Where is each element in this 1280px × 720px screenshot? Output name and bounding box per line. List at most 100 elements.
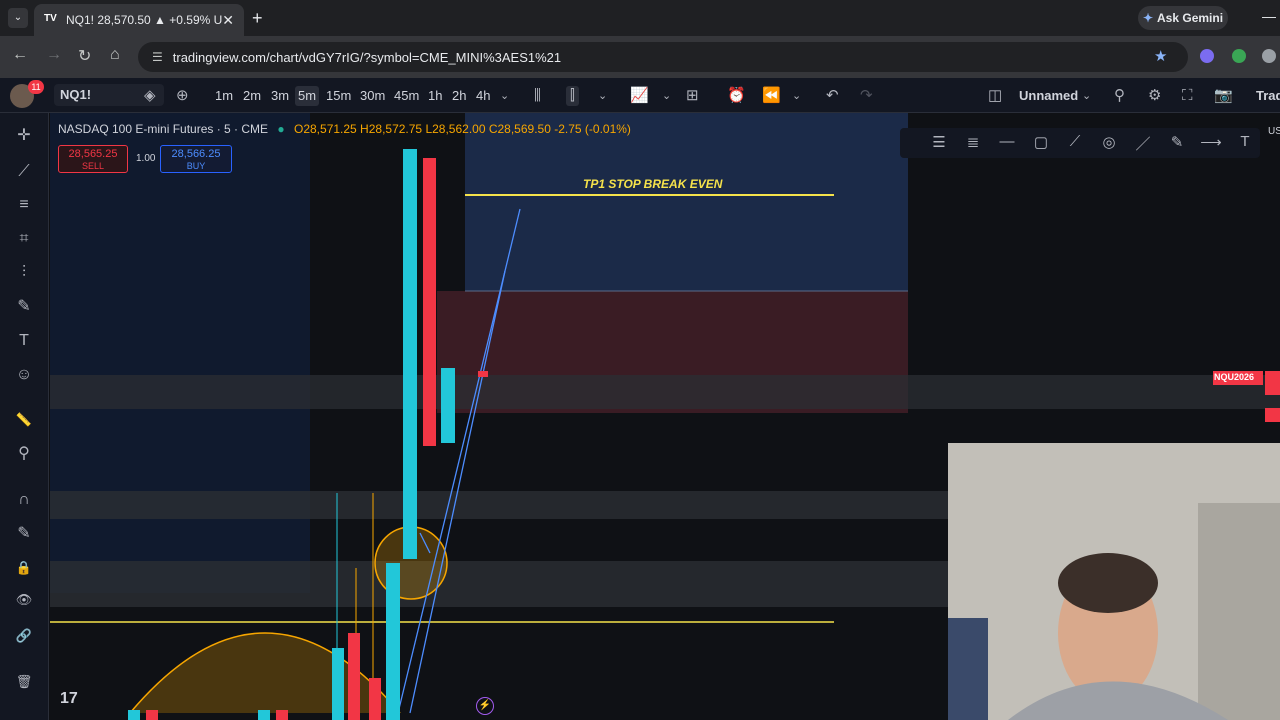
indicators-icon[interactable]: 📈 [630,86,649,106]
timeframe-1m[interactable]: 1m [212,86,236,106]
fullscreen-icon[interactable]: ⛶ [1182,86,1193,106]
contract-tag: NQU2026 [1214,372,1255,382]
chart-type-dropdown-icon[interactable]: ⌄ [598,86,607,106]
order-quantity[interactable]: 1.00 [136,153,155,164]
timeframe-1h[interactable]: 1h [425,86,445,106]
tp1-annotation[interactable]: TP1 STOP BREAK EVEN [583,177,722,191]
fib-lines-icon[interactable]: ≡ [12,193,36,217]
timeframe-45m[interactable]: 45m [391,86,422,106]
ask-gemini-label: Ask Gemini [1157,11,1224,25]
layout-name[interactable]: Unnamed [1019,86,1078,106]
indicators-dropdown-icon[interactable]: ⌄ [662,86,671,106]
price-tag [1265,371,1280,395]
candle-up [128,710,140,720]
trend-line-icon[interactable]: ⟋ [12,160,36,184]
lock-icon[interactable]: 🔒 [12,556,36,580]
browser-tab[interactable]: TV NQ1! 28,570.50 ▲ +0.59% Unn ✕ [34,4,244,36]
bar-type-icon[interactable]: ⫼ [534,86,541,106]
timeframe-2h[interactable]: 2h [449,86,469,106]
zoom-icon[interactable]: ⚲ [12,442,36,466]
axis-currency[interactable]: US [1268,126,1280,137]
timeframe-5m[interactable]: 5m [295,86,320,106]
horizontal-ray-icon[interactable]: — [996,133,1018,150]
brush-icon[interactable]: ✎ [12,295,36,319]
search-icon[interactable]: ⚲ [1114,86,1125,106]
ray-icon[interactable]: ⟶ [1200,133,1222,151]
layout-icon[interactable]: ◫ [988,86,1002,106]
candle-up [403,149,417,559]
timeframe-2m[interactable]: 2m [240,86,264,106]
pen-icon[interactable]: ✎ [1166,133,1188,151]
templates-icon[interactable]: ⊞ [686,86,699,106]
add-symbol-icon[interactable]: ◈ [144,86,156,106]
line-icon[interactable]: ／ [1132,133,1154,154]
tradingview-logo-icon: 17 [60,690,78,707]
bookmark-star-icon[interactable]: ★ [1154,47,1167,65]
crosshair-icon[interactable]: ✛ [12,124,36,148]
candle-down [146,710,158,720]
ask-gemini-button[interactable]: ✦ Ask Gemini [1138,6,1228,30]
emoji-icon[interactable]: ☺ [12,363,36,387]
buy-button[interactable]: 28,566.25 BUY [160,145,232,173]
lightning-icon[interactable]: ⚡ [476,697,494,715]
camera-icon[interactable]: 📷 [1214,86,1233,106]
price-tag [1265,408,1280,422]
url-input[interactable]: ☰ tradingview.com/chart/vdGY7rIG/?symbol… [138,42,1188,72]
candles-icon[interactable]: ⫿ [566,86,579,106]
text-icon[interactable]: T [1234,133,1256,150]
candle-down [423,158,436,446]
lock-drawing-icon[interactable]: ✎ [12,522,36,546]
layout-dropdown-icon[interactable]: ⌄ [1082,86,1091,106]
new-tab-icon[interactable]: + [252,8,263,29]
undo-icon[interactable]: ↶ [826,86,839,106]
home-icon[interactable]: ⌂ [110,46,120,64]
back-icon[interactable]: ← [12,46,28,64]
timeframe-15m[interactable]: 15m [323,86,354,106]
timeframe-3m[interactable]: 3m [268,86,292,106]
ruler-icon[interactable]: 📏 [12,408,36,432]
timeframe-30m[interactable]: 30m [357,86,388,106]
magnet-icon[interactable]: ∩ [12,488,36,512]
tab-search-icon[interactable]: ⌄ [8,8,28,28]
horizontal-lines-icon[interactable]: ☰ [928,133,950,151]
close-tab-icon[interactable]: ✕ [222,12,234,29]
replay-icon[interactable]: ⏪ [762,86,781,106]
price-band [50,491,948,519]
lines-list-icon[interactable]: ≣ [962,133,984,151]
eye-icon[interactable]: 👁 [12,588,36,612]
compare-icon[interactable]: ⊕ [176,86,189,106]
path-icon[interactable]: ⟋ [1064,133,1086,150]
reload-icon[interactable]: ↻ [78,46,91,66]
extension-icon[interactable] [1232,49,1246,63]
forecast-icon[interactable]: ⫶ [12,261,36,285]
sell-button[interactable]: 28,565.25 SELL [58,145,128,173]
trade-button[interactable]: Trad [1256,86,1280,106]
pattern-icon[interactable]: ⌗ [12,227,36,251]
rectangle-icon[interactable]: ▢ [1030,133,1052,151]
price-band [50,561,948,607]
profile-icon[interactable] [1262,49,1276,63]
minimize-window-icon[interactable]: — [1262,8,1276,24]
alert-icon[interactable]: ⏰ [727,86,746,106]
forward-icon[interactable]: → [46,46,62,64]
sell-price: 28,565.25 [68,148,118,160]
candle-down [369,678,381,720]
candle-down [276,710,288,720]
session-shade [50,113,310,593]
instrument-title[interactable]: NASDAQ 100 E-mini Futures · 5 · CME [58,122,268,136]
redo-icon[interactable]: ↷ [860,86,873,106]
replay-dropdown-icon[interactable]: ⌄ [792,86,801,106]
chart-legend: NASDAQ 100 E-mini Futures · 5 · CME ● O2… [58,122,631,136]
notification-badge: 11 [28,80,44,94]
price-band [50,375,1280,409]
circle-icon[interactable]: ◎ [1098,133,1120,151]
extension-icon[interactable] [1200,49,1214,63]
site-info-icon[interactable]: ☰ [152,50,163,64]
timeframe-4h[interactable]: 4h [473,86,493,106]
trash-icon[interactable]: 🗑 [12,670,36,694]
settings-gear-icon[interactable]: ⚙ [1148,86,1161,106]
candle-up [441,368,455,443]
link-icon[interactable]: 🔗 [12,624,36,648]
text-tool-icon[interactable]: T [12,329,36,353]
timeframe-dropdown-icon[interactable]: ⌄ [500,86,509,106]
